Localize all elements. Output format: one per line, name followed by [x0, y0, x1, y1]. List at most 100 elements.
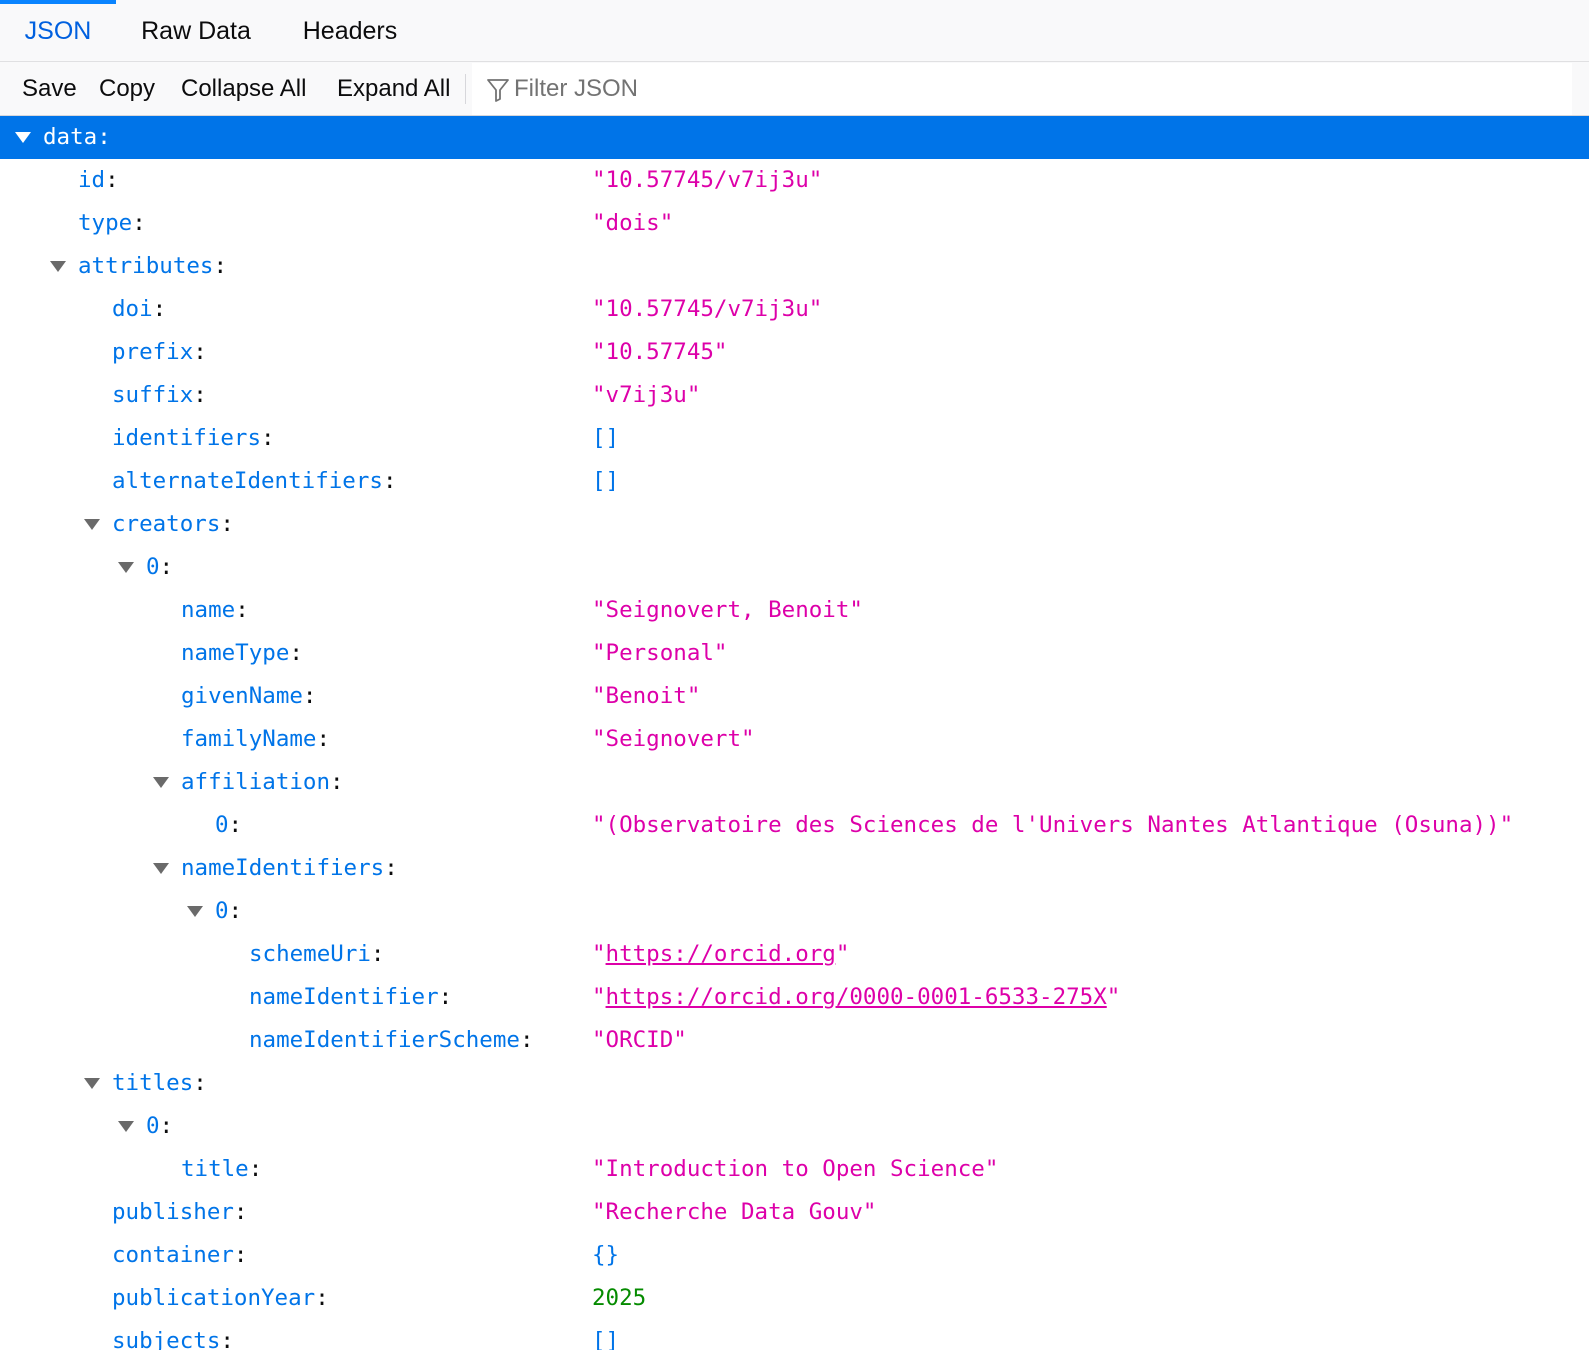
quote-close: " [1106, 984, 1121, 1010]
tree-row-data[interactable]: data: [0, 116, 1589, 159]
tab-bar: JSON Raw Data Headers [0, 0, 1589, 62]
filter-box[interactable] [472, 63, 1572, 115]
tree-row-publication-year[interactable]: publicationYear: 2025 [0, 1277, 1589, 1320]
tree-row-titles[interactable]: titles: [0, 1062, 1589, 1105]
tree-row-name-type[interactable]: nameType: "Personal" [0, 632, 1589, 675]
filter-icon [487, 79, 509, 102]
row-key: attributes [78, 253, 214, 279]
tree-row-doi[interactable]: doi: "10.57745/v7ij3u" [0, 288, 1589, 331]
tree-row-scheme-uri[interactable]: schemeUri: "https://orcid.org" [0, 933, 1589, 976]
tab-headers[interactable]: Headers [278, 0, 422, 61]
tab-raw-data[interactable]: Raw Data [122, 0, 270, 61]
json-tree: data: id: "10.57745/v7ij3u" type: "dois"… [0, 116, 1589, 1350]
tree-row-titles-0[interactable]: 0: [0, 1105, 1589, 1148]
tree-row-suffix[interactable]: suffix: "v7ij3u" [0, 374, 1589, 417]
row-value: "(Observatoire des Sciences de l'Univers… [592, 812, 1514, 838]
row-value: "https://orcid.org/0000-0001-6533-275X" [592, 976, 1120, 1019]
row-key: 0 [146, 554, 160, 580]
quote-open: " [592, 941, 606, 967]
tree-row-name-identifier[interactable]: nameIdentifier: "https://orcid.org/0000-… [0, 976, 1589, 1019]
tree-row-type[interactable]: type: "dois" [0, 202, 1589, 245]
toolbar-separator [465, 74, 466, 104]
row-key: nameType [181, 640, 290, 666]
row-key: schemeUri [249, 941, 371, 967]
row-key: title [181, 1156, 249, 1182]
tree-row-name[interactable]: name: "Seignovert, Benoit" [0, 589, 1589, 632]
twisty-expanded-icon[interactable] [118, 1121, 134, 1132]
tree-row-name-identifiers-0[interactable]: 0: [0, 890, 1589, 933]
row-value: "Personal" [592, 640, 728, 666]
row-value: "https://orcid.org" [592, 933, 849, 976]
tab-json[interactable]: JSON [0, 0, 116, 61]
tree-row-family-name[interactable]: familyName: "Seignovert" [0, 718, 1589, 761]
twisty-expanded-icon[interactable] [50, 261, 66, 272]
row-value: [] [592, 1328, 620, 1350]
row-value: "Seignovert, Benoit" [592, 597, 863, 623]
row-key: subjects [112, 1328, 221, 1350]
row-key: data [43, 124, 98, 150]
twisty-expanded-icon[interactable] [84, 1078, 100, 1089]
row-key: publisher [112, 1199, 234, 1225]
twisty-expanded-icon[interactable] [15, 132, 31, 143]
row-key: affiliation [181, 769, 331, 795]
twisty-expanded-icon[interactable] [118, 562, 134, 573]
filter-json-input[interactable] [514, 63, 1414, 115]
row-value: 2025 [592, 1285, 647, 1311]
tree-row-identifiers[interactable]: identifiers: [] [0, 417, 1589, 460]
tree-row-creators[interactable]: creators: [0, 503, 1589, 546]
row-value: "10.57745" [592, 339, 728, 365]
row-key: creators [112, 511, 221, 537]
save-button[interactable]: Save [22, 62, 77, 115]
row-value: "10.57745/v7ij3u" [592, 296, 823, 322]
orcid-link[interactable]: https://orcid.org/0000-0001-6533-275X [606, 984, 1107, 1010]
twisty-expanded-icon[interactable] [187, 906, 203, 917]
row-key: container [112, 1242, 234, 1268]
row-key: type [78, 210, 133, 236]
row-key: 0 [146, 1113, 160, 1139]
row-key: doi [112, 296, 153, 322]
twisty-expanded-icon[interactable] [153, 863, 169, 874]
tree-row-given-name[interactable]: givenName: "Benoit" [0, 675, 1589, 718]
quote-open: " [592, 984, 606, 1010]
tree-row-attributes[interactable]: attributes: [0, 245, 1589, 288]
row-key: nameIdentifierScheme [249, 1027, 520, 1053]
row-value: "v7ij3u" [592, 382, 701, 408]
tree-row-name-identifiers[interactable]: nameIdentifiers: [0, 847, 1589, 890]
row-key: familyName [181, 726, 317, 752]
row-key: titles [112, 1070, 194, 1096]
row-value: "Seignovert" [592, 726, 755, 752]
scheme-uri-link[interactable]: https://orcid.org [606, 941, 836, 967]
tree-row-title[interactable]: title: "Introduction to Open Science" [0, 1148, 1589, 1191]
toolbar: Save Copy Collapse All Expand All [0, 62, 1589, 116]
row-value: "dois" [592, 210, 674, 236]
row-key: nameIdentifier [249, 984, 439, 1010]
collapse-all-button[interactable]: Collapse All [181, 62, 306, 115]
row-key: identifiers [112, 425, 262, 451]
tree-row-subjects[interactable]: subjects: [] [0, 1320, 1589, 1350]
row-key: 0 [215, 812, 229, 838]
tree-row-affiliation[interactable]: affiliation: [0, 761, 1589, 804]
tree-row-affiliation-0[interactable]: 0: "(Observatoire des Sciences de l'Univ… [0, 804, 1589, 847]
tree-row-creators-0[interactable]: 0: [0, 546, 1589, 589]
row-key: suffix [112, 382, 194, 408]
twisty-expanded-icon[interactable] [84, 519, 100, 530]
tree-row-alternate-identifiers[interactable]: alternateIdentifiers: [] [0, 460, 1589, 503]
row-value: "10.57745/v7ij3u" [592, 167, 823, 193]
row-key: publicationYear [112, 1285, 316, 1311]
copy-button[interactable]: Copy [99, 62, 155, 115]
twisty-expanded-icon[interactable] [153, 777, 169, 788]
row-value: "Recherche Data Gouv" [592, 1199, 877, 1225]
row-key: nameIdentifiers [181, 855, 385, 881]
row-value: "Introduction to Open Science" [592, 1156, 999, 1182]
row-key: name [181, 597, 236, 623]
row-key: prefix [112, 339, 194, 365]
row-value: [] [592, 425, 620, 451]
tree-row-prefix[interactable]: prefix: "10.57745" [0, 331, 1589, 374]
row-key: givenName [181, 683, 303, 709]
tree-row-id[interactable]: id: "10.57745/v7ij3u" [0, 159, 1589, 202]
expand-all-button[interactable]: Expand All [337, 62, 450, 115]
tree-row-publisher[interactable]: publisher: "Recherche Data Gouv" [0, 1191, 1589, 1234]
tree-row-name-identifier-scheme[interactable]: nameIdentifierScheme: "ORCID" [0, 1019, 1589, 1062]
row-key: id [78, 167, 106, 193]
tree-row-container[interactable]: container: {} [0, 1234, 1589, 1277]
